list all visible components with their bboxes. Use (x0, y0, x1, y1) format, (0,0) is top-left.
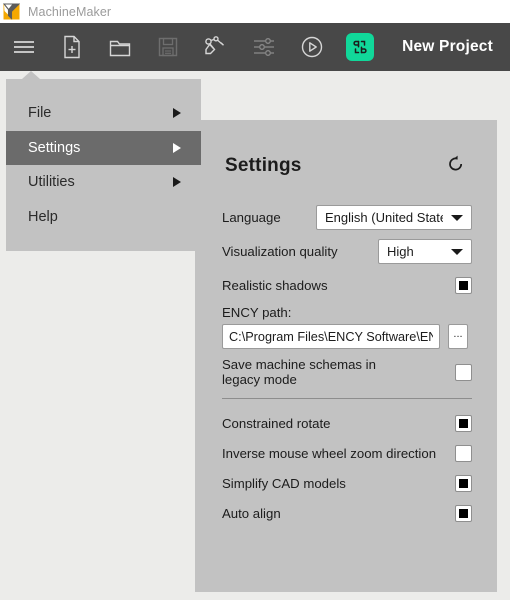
realistic-shadows-checkbox[interactable] (455, 277, 472, 294)
constrained-rotate-label: Constrained rotate (222, 415, 331, 431)
checkmark-icon (459, 281, 468, 290)
title-bar: MachineMaker (0, 0, 510, 23)
menu-item-label: Help (28, 208, 58, 225)
floppy-disk-icon (157, 36, 179, 58)
sliders-icon (252, 36, 276, 58)
ency-button[interactable] (336, 23, 384, 71)
setting-auto-align: Auto align (222, 498, 472, 528)
setting-constrained-rotate: Constrained rotate (222, 408, 472, 438)
machinemaker-logo-icon (2, 3, 21, 20)
setting-inverse-zoom: Inverse mouse wheel zoom direction (222, 438, 472, 468)
hamburger-menu-button[interactable] (0, 23, 48, 71)
menu-item-label: File (28, 105, 52, 122)
setting-realistic-shadows: Realistic shadows (222, 271, 472, 300)
legacy-mode-checkbox[interactable] (455, 363, 472, 381)
language-select-wrapper: English (United States) (316, 205, 472, 230)
menu-top-padding (6, 79, 201, 96)
realistic-shadows-label: Realistic shadows (222, 278, 328, 293)
visualization-quality-select[interactable]: High (378, 239, 472, 264)
ency-path-label: ENCY path: (222, 305, 292, 320)
reset-settings-button[interactable] (445, 155, 467, 177)
menu-item-file[interactable]: File (6, 96, 201, 131)
language-select[interactable]: English (United States) (316, 205, 472, 230)
new-file-button[interactable] (48, 23, 96, 71)
application-window: MachineMaker New Project Settings Langua… (0, 0, 510, 600)
simplify-cad-checkbox[interactable] (455, 474, 472, 492)
play-button[interactable] (288, 23, 336, 71)
reset-arrow-icon (446, 154, 466, 179)
main-dropdown-menu: File Settings Utilities Help (6, 71, 201, 251)
settings-rows: Language English (United States) Visuali… (195, 203, 497, 528)
auto-align-label: Auto align (222, 505, 281, 521)
inverse-zoom-label: Inverse mouse wheel zoom direction (222, 445, 437, 461)
page-title: Settings (225, 155, 302, 176)
chevron-right-icon (173, 108, 181, 119)
window-title: MachineMaker (28, 4, 112, 19)
checkmark-icon (459, 508, 468, 518)
robot-arm-icon (203, 34, 229, 60)
new-document-icon (62, 35, 82, 59)
setting-legacy-mode: Save machine schemas in legacy mode (222, 357, 472, 387)
menu-item-utilities[interactable]: Utilities (6, 165, 201, 200)
legacy-mode-label: Save machine schemas in legacy mode (222, 357, 376, 387)
checkmark-icon (459, 418, 468, 428)
settings-panel: Settings Language English (United States… (195, 120, 497, 592)
menu-item-label: Utilities (28, 174, 75, 191)
open-folder-button[interactable] (96, 23, 144, 71)
simplify-cad-label: Simplify CAD models (222, 475, 346, 491)
checkmark-icon (459, 478, 468, 488)
play-circle-icon (300, 35, 324, 59)
settings-sliders-button[interactable] (240, 23, 288, 71)
ency-path-input[interactable] (222, 324, 440, 349)
chevron-right-icon (173, 177, 181, 188)
constrained-rotate-checkbox[interactable] (455, 414, 472, 432)
visualization-quality-label: Visualization quality (222, 244, 338, 259)
inverse-zoom-checkbox[interactable] (455, 444, 472, 462)
visualization-quality-select-wrapper: High (378, 239, 472, 264)
main-toolbar: New Project (0, 23, 510, 71)
hamburger-icon (12, 38, 36, 56)
project-name: New Project (402, 38, 493, 55)
setting-language: Language English (United States) (222, 203, 472, 232)
settings-panel-header: Settings (195, 120, 497, 177)
menu-caret-icon (22, 71, 40, 79)
menu-item-settings[interactable]: Settings (6, 130, 201, 165)
folder-icon (108, 37, 132, 58)
setting-visualization-quality: Visualization quality High (222, 237, 472, 266)
ency-logo-icon (346, 33, 374, 61)
menu-item-label: Settings (28, 139, 81, 156)
menu-bottom-padding (6, 234, 201, 251)
robot-arm-button[interactable] (192, 23, 240, 71)
chevron-right-icon (173, 142, 181, 153)
section-divider (222, 398, 472, 399)
menu-item-help[interactable]: Help (6, 200, 201, 235)
ency-path-row: ... (222, 324, 472, 349)
auto-align-checkbox[interactable] (455, 504, 472, 522)
setting-simplify-cad: Simplify CAD models (222, 468, 472, 498)
browse-path-button[interactable]: ... (448, 324, 468, 349)
save-button[interactable] (144, 23, 192, 71)
setting-ency-path: ENCY path: ... (222, 305, 472, 349)
language-label: Language (222, 210, 281, 225)
